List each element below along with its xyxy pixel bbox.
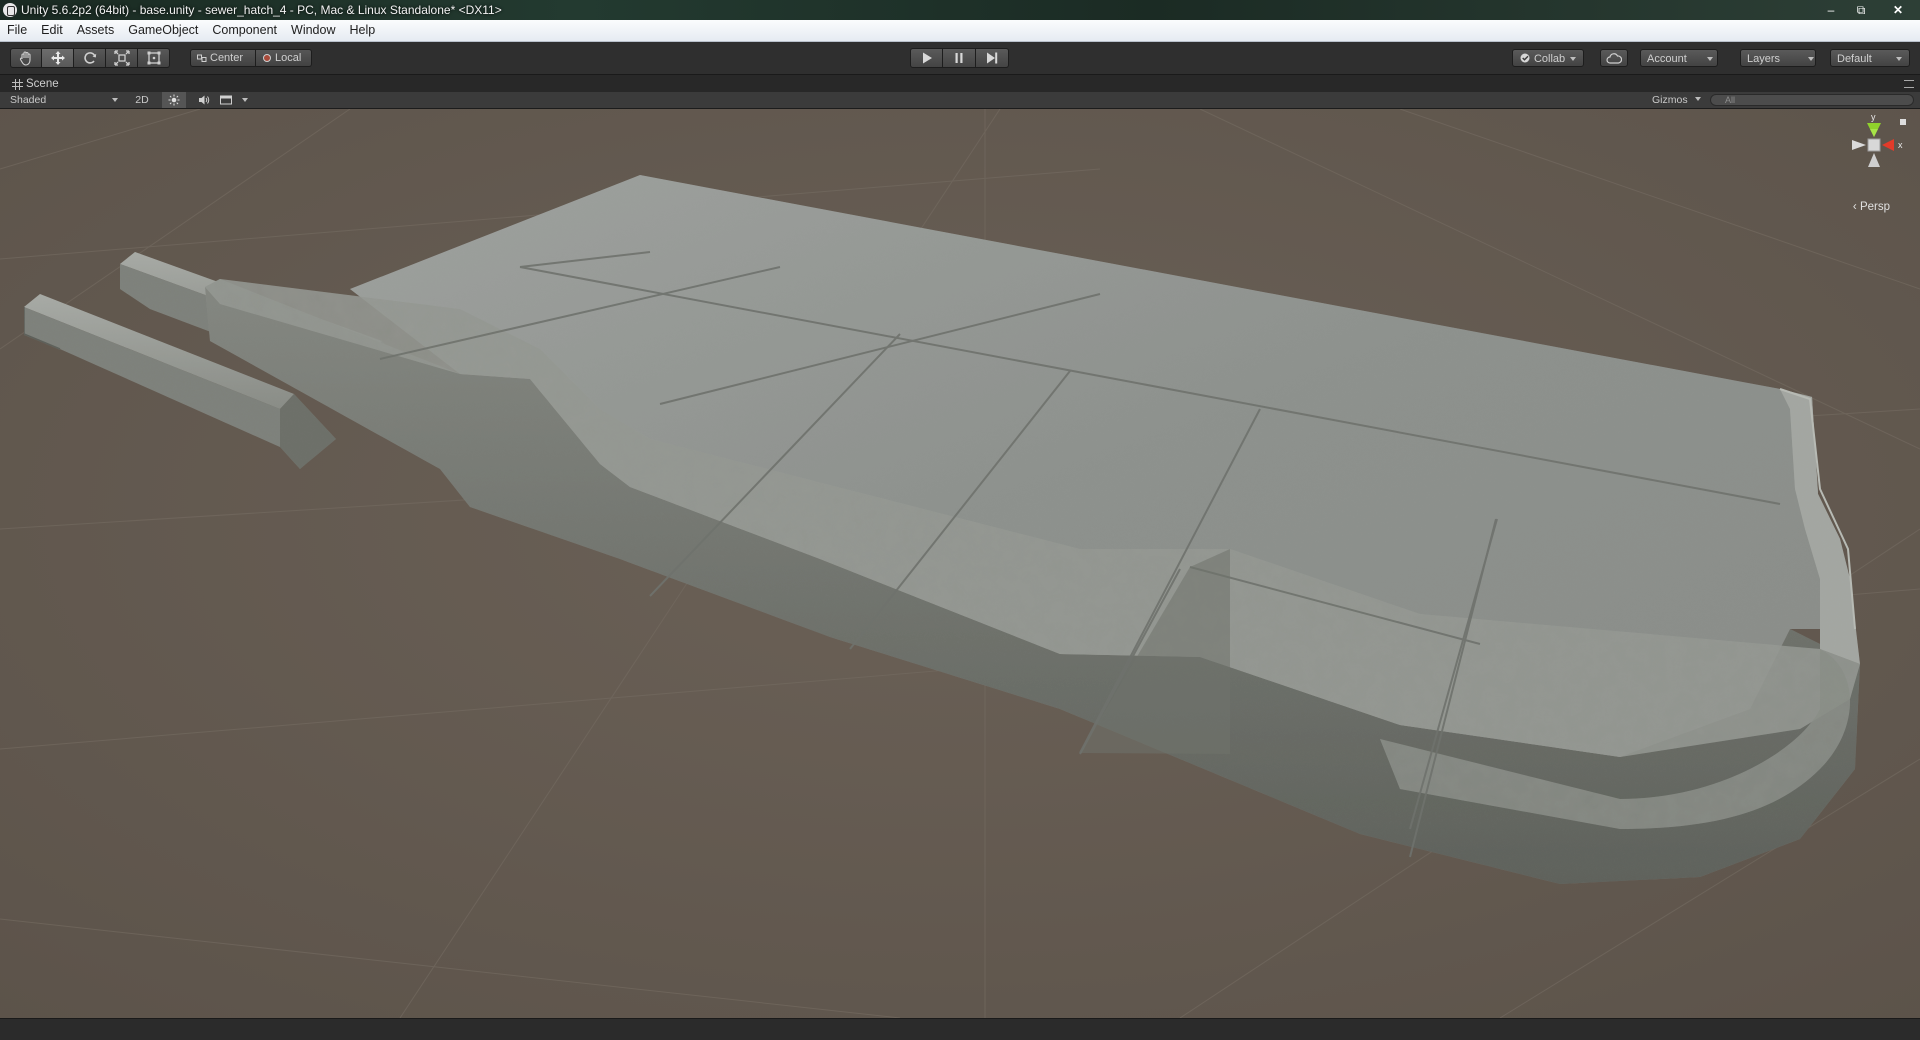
window-titlebar: Unity 5.6.2p2 (64bit) - base.unity - sew… <box>0 0 1920 20</box>
scene-grid-icon <box>12 78 23 90</box>
play-button[interactable] <box>910 48 943 68</box>
scene-tab-label: Scene <box>26 78 59 90</box>
window-controls: – ⧉ ✕ <box>1816 0 1920 20</box>
pause-icon <box>955 53 963 63</box>
collab-dropdown[interactable]: Collab <box>1512 49 1584 67</box>
gizmo-y-label: y <box>1871 115 1876 122</box>
close-button[interactable]: ✕ <box>1876 0 1920 20</box>
main-toolbar: Center Local Collab Account Layers Defau… <box>0 42 1920 75</box>
layout-dropdown[interactable]: Default <box>1830 49 1910 67</box>
pivot-center-icon <box>197 54 207 62</box>
move-icon <box>50 51 65 65</box>
cloud-icon <box>1606 53 1623 64</box>
collab-label: Collab <box>1533 53 1566 65</box>
local-rotation-icon <box>263 54 271 62</box>
rect-tool-icon <box>147 51 160 65</box>
scene-view-controls: Shaded 2D Gizmos All <box>0 92 1920 109</box>
pivot-rotation-label: Local <box>275 52 302 64</box>
menu-help[interactable]: Help <box>342 20 382 41</box>
pivot-mode-button[interactable]: Center <box>190 49 256 67</box>
menu-file[interactable]: File <box>0 20 34 41</box>
projection-toggle[interactable]: ‹ Persp <box>1853 201 1890 213</box>
gizmos-label: Gizmos <box>1652 94 1688 106</box>
playback-controls <box>910 48 1009 68</box>
checkmark-icon <box>1520 53 1530 63</box>
hand-tool-button[interactable] <box>10 48 42 68</box>
status-bar <box>0 1018 1920 1040</box>
menu-gameobject[interactable]: GameObject <box>121 20 205 41</box>
scene-orientation-gizmo[interactable]: y x <box>1834 115 1914 205</box>
sun-icon <box>168 94 180 106</box>
gizmos-dropdown[interactable]: Gizmos <box>1652 92 1702 108</box>
cloud-services-button[interactable] <box>1600 49 1628 67</box>
shading-mode-dropdown[interactable]: Shaded <box>10 92 122 108</box>
menu-window[interactable]: Window <box>284 20 342 41</box>
step-button[interactable] <box>976 48 1009 68</box>
search-placeholder: All <box>1725 95 1736 105</box>
gizmo-x-label: x <box>1898 140 1903 150</box>
scale-tool-button[interactable] <box>106 48 138 68</box>
maximize-button[interactable]: ⧉ <box>1846 0 1876 20</box>
hand-icon <box>19 51 31 66</box>
rotate-tool-button[interactable] <box>74 48 106 68</box>
scale-icon <box>113 50 130 66</box>
toggle-2d-button[interactable]: 2D <box>130 92 154 108</box>
account-dropdown[interactable]: Account <box>1640 49 1718 67</box>
minimize-button[interactable]: – <box>1816 0 1846 20</box>
menu-component[interactable]: Component <box>205 20 284 41</box>
scene-audio-toggle[interactable] <box>192 92 216 108</box>
scene-lighting-toggle[interactable] <box>162 92 186 108</box>
window-title: Unity 5.6.2p2 (64bit) - base.unity - sew… <box>21 3 502 17</box>
play-icon <box>922 52 932 64</box>
image-effects-icon <box>220 95 232 105</box>
pivot-controls: Center Local <box>190 49 312 67</box>
rect-tool-button[interactable] <box>138 48 170 68</box>
shading-mode-label: Shaded <box>10 94 47 106</box>
scene-viewport[interactable]: y x ‹ Persp <box>0 109 1920 1018</box>
menu-edit[interactable]: Edit <box>34 20 70 41</box>
menu-bar: File Edit Assets GameObject Component Wi… <box>0 20 1920 42</box>
scene-effects-dropdown[interactable] <box>220 92 252 108</box>
layout-label: Default <box>1837 53 1872 65</box>
scene-tab-bar: Scene <box>0 75 1920 92</box>
move-tool-button[interactable] <box>42 48 74 68</box>
scene-tab[interactable]: Scene <box>6 76 65 92</box>
menu-assets[interactable]: Assets <box>70 20 122 41</box>
axis-gizmo-icon: y x <box>1852 115 1906 167</box>
projection-label: Persp <box>1859 201 1890 213</box>
layers-dropdown[interactable]: Layers <box>1740 49 1816 67</box>
scene-render <box>0 109 1920 1018</box>
tab-options-icon[interactable] <box>1904 80 1914 88</box>
projection-arrow-icon: ‹ <box>1852 201 1857 213</box>
account-label: Account <box>1647 53 1687 65</box>
scene-search-input[interactable]: All <box>1710 94 1914 106</box>
pivot-rotation-button[interactable]: Local <box>256 49 312 67</box>
speaker-icon <box>199 95 210 105</box>
unity-app-icon <box>3 3 17 17</box>
step-icon <box>987 52 998 64</box>
rotate-icon <box>83 52 96 64</box>
transform-tools <box>10 48 170 68</box>
layers-label: Layers <box>1747 53 1781 65</box>
pause-button[interactable] <box>943 48 976 68</box>
pivot-mode-label: Center <box>210 52 244 64</box>
